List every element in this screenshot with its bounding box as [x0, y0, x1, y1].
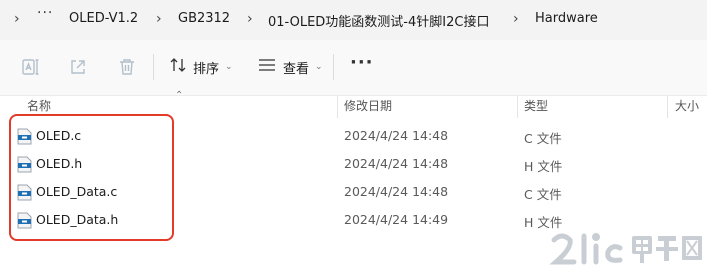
chevron-right-icon[interactable]: ›	[513, 11, 519, 27]
file-type: C 文件	[524, 131, 562, 146]
command-bar: 排序 ⌄ 查看 ⌄ ···	[0, 40, 707, 96]
sort-icon	[169, 57, 189, 77]
chevron-right-icon[interactable]: ›	[156, 11, 162, 27]
chevron-down-icon: ⌄	[225, 62, 233, 72]
file-modified: 2024/4/24 14:48	[344, 184, 449, 199]
column-divider[interactable]	[337, 96, 338, 118]
column-header-modified[interactable]: 修改日期	[344, 97, 392, 114]
file-type: C 文件	[524, 187, 562, 202]
sort-button[interactable]: 排序 ⌄	[169, 55, 233, 79]
breadcrumb-item-hardware[interactable]: Hardware	[535, 11, 598, 26]
column-divider[interactable]	[517, 96, 518, 118]
breadcrumb-item-folder[interactable]: 01-OLED功能函数测试-4针脚I2C接口	[268, 11, 489, 30]
view-button[interactable]: 查看 ⌄	[258, 55, 323, 79]
file-modified: 2024/4/24 14:49	[344, 212, 449, 227]
file-type: H 文件	[524, 159, 563, 174]
rename-icon[interactable]	[20, 56, 42, 78]
highlight-box	[9, 114, 174, 241]
column-divider[interactable]	[667, 96, 668, 118]
column-header-name[interactable]: 名称	[27, 97, 51, 114]
view-label: 查看	[283, 61, 310, 77]
chevron-right-icon[interactable]: ›	[247, 11, 253, 27]
more-options-button[interactable]: ···	[350, 52, 374, 73]
breadcrumb-item-oled-v12[interactable]: OLED-V1.2	[69, 11, 138, 26]
view-icon	[258, 58, 276, 76]
chevron-right-icon[interactable]: ›	[14, 11, 20, 27]
file-modified: 2024/4/24 14:48	[344, 128, 449, 143]
delete-icon[interactable]	[116, 56, 138, 78]
sort-ascending-icon: ⌃	[175, 90, 184, 101]
address-bar: › ··· OLED-V1.2 › GB2312 › 01-OLED功能函数测试…	[0, 0, 707, 40]
column-header-size[interactable]: 大小	[675, 97, 699, 114]
chevron-down-icon: ⌄	[315, 62, 323, 72]
watermark-logo	[546, 222, 707, 277]
breadcrumb-item-gb2312[interactable]: GB2312	[178, 11, 230, 26]
sort-label: 排序	[193, 61, 220, 77]
file-modified: 2024/4/24 14:48	[344, 156, 449, 171]
share-icon[interactable]	[67, 56, 89, 78]
toolbar-divider	[153, 54, 154, 80]
column-header-type[interactable]: 类型	[524, 97, 548, 114]
breadcrumb-overflow-button[interactable]: ···	[37, 5, 53, 21]
toolbar-divider	[333, 54, 334, 80]
